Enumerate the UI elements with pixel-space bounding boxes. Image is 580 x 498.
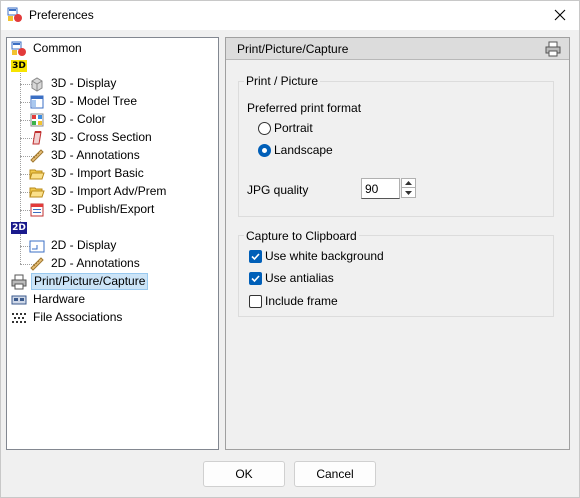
chevron-up-icon — [405, 181, 412, 185]
app-icon — [7, 7, 23, 23]
tree-item-label: 3D - Annotations — [51, 148, 140, 162]
3d-badge-icon: 3D — [11, 59, 27, 72]
panel-header: Print/Picture/Capture — [226, 38, 569, 60]
ok-button[interactable]: OK — [203, 461, 285, 487]
jpg-quality-stepper[interactable] — [401, 178, 416, 199]
panel-title: Print/Picture/Capture — [237, 42, 349, 56]
antialias-label: Use antialias — [265, 271, 334, 285]
tree-item-file-associations[interactable]: File Associations — [11, 309, 124, 326]
tree-item-2d-group[interactable]: 2D — [11, 219, 31, 236]
tree-item-3d-cross-section[interactable]: 3D - Cross Section — [29, 129, 154, 146]
checkmark-icon — [251, 274, 260, 282]
landscape-radio[interactable]: Landscape — [258, 143, 333, 157]
window-title: Preferences — [29, 8, 94, 22]
landscape-radio-circle[interactable] — [258, 143, 271, 157]
print-picture-group-title: Print / Picture — [244, 74, 321, 88]
close-button[interactable] — [545, 3, 575, 27]
publish-icon — [29, 202, 45, 218]
capture-clipboard-group-title: Capture to Clipboard — [244, 229, 359, 243]
white-background-label: Use white background — [265, 249, 384, 263]
settings-panel: Print/Picture/Capture Print / Picture Pr… — [225, 37, 570, 450]
tree-item-label: 3D - Display — [51, 76, 117, 90]
tree-item-2d-display[interactable]: 2D - Display — [29, 237, 118, 254]
tree-item-3d-publish-export[interactable]: 3D - Publish/Export — [29, 201, 156, 218]
common-icon — [11, 41, 27, 57]
folder-open-icon — [29, 166, 45, 182]
cube-icon — [29, 76, 45, 92]
print-icon[interactable] — [545, 41, 561, 57]
include-frame-checkbox[interactable]: Include frame — [249, 294, 338, 308]
printer-icon — [11, 274, 27, 290]
tree-item-2d-annotations[interactable]: 2D - Annotations — [29, 255, 142, 272]
preferences-window: Preferences Common 3D 3D - Display 3D - … — [0, 0, 580, 498]
include-frame-box[interactable] — [249, 294, 262, 308]
tree-item-label: 3D - Cross Section — [51, 130, 152, 144]
file-association-icon — [11, 310, 27, 326]
jpg-quality-label: JPG quality — [247, 183, 309, 197]
tree-item-3d-import-adv[interactable]: 3D - Import Adv/Prem — [29, 183, 168, 200]
tree-item-label: Print/Picture/Capture — [31, 273, 149, 290]
tree-item-label: 3D - Model Tree — [51, 94, 138, 108]
tree-item-3d-import-basic[interactable]: 3D - Import Basic — [29, 165, 146, 182]
landscape-label: Landscape — [274, 143, 333, 157]
hardware-icon — [11, 292, 27, 308]
color-palette-icon — [29, 112, 45, 128]
tree-item-hardware[interactable]: Hardware — [11, 291, 87, 308]
tree-item-print-picture-capture[interactable]: Print/Picture/Capture — [11, 273, 149, 290]
preferred-format-label: Preferred print format — [247, 101, 362, 115]
portrait-label: Portrait — [274, 121, 313, 135]
checkmark-icon — [251, 252, 260, 260]
drawing-icon — [29, 238, 45, 254]
tree-item-label: File Associations — [33, 310, 123, 324]
jpg-quality-input[interactable] — [361, 178, 400, 199]
tree-item-label: 2D - Display — [51, 238, 117, 252]
tree-item-common[interactable]: Common — [11, 40, 84, 57]
tree-item-label: 3D - Publish/Export — [51, 202, 155, 216]
title-bar: Preferences — [1, 1, 579, 30]
tree-item-label: 3D - Color — [51, 112, 106, 126]
ruler-icon — [29, 256, 45, 272]
portrait-radio[interactable]: Portrait — [258, 121, 313, 135]
tree-item-3d-model-tree[interactable]: 3D - Model Tree — [29, 93, 139, 110]
tree-item-label: 3D - Import Adv/Prem — [51, 184, 167, 198]
tree-item-label: Common — [33, 41, 82, 55]
tree-item-3d-display[interactable]: 3D - Display — [29, 75, 118, 92]
cancel-button[interactable]: Cancel — [294, 461, 376, 487]
ruler-icon — [29, 148, 45, 164]
tree-item-3d-color[interactable]: 3D - Color — [29, 111, 108, 128]
include-frame-label: Include frame — [265, 294, 338, 308]
antialias-checkbox[interactable]: Use antialias — [249, 271, 334, 285]
tree-item-label: Hardware — [33, 292, 86, 306]
2d-badge-icon: 2D — [11, 221, 27, 234]
chevron-down-icon — [405, 190, 412, 195]
tree-item-label: 2D - Annotations — [51, 256, 140, 270]
tree-item-label: 3D - Import Basic — [51, 166, 144, 180]
spin-down-button[interactable] — [401, 188, 416, 198]
tree-window-icon — [29, 94, 45, 110]
white-background-box[interactable] — [249, 249, 262, 263]
antialias-box[interactable] — [249, 271, 262, 285]
close-icon — [554, 9, 566, 21]
category-tree[interactable]: Common 3D 3D - Display 3D - Model Tree 3… — [6, 37, 219, 450]
spin-up-button[interactable] — [401, 178, 416, 188]
white-background-checkbox[interactable]: Use white background — [249, 249, 384, 263]
folder-open-icon — [29, 184, 45, 200]
portrait-radio-circle[interactable] — [258, 121, 271, 135]
cross-section-icon — [29, 130, 45, 146]
tree-item-3d-annotations[interactable]: 3D - Annotations — [29, 147, 142, 164]
tree-item-3d-group[interactable]: 3D — [11, 57, 31, 74]
